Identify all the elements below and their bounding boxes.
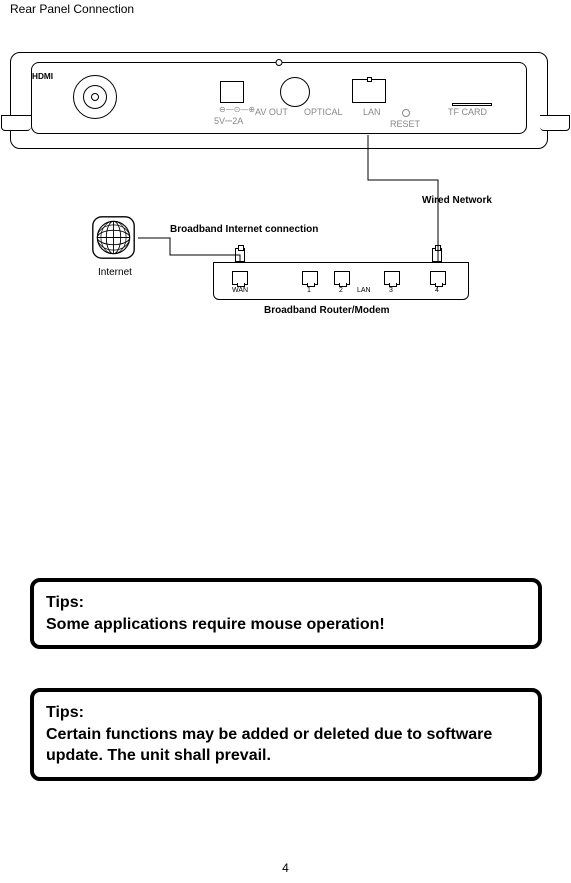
tfcard-slot: [452, 103, 492, 106]
tips-box-1: Tips: Some applications require mouse op…: [30, 578, 542, 649]
page-title: Rear Panel Connection: [10, 2, 134, 16]
tips-box-2: Tips: Certain functions may be added or …: [30, 688, 542, 781]
tips2-body: Certain functions may be added or delete…: [46, 724, 526, 767]
lan-label: LAN: [363, 107, 381, 117]
tips1-body: Some applications require mouse operatio…: [46, 614, 526, 636]
router-lan-label: LAN: [357, 287, 371, 294]
svg-text:HDMI: HDMI: [32, 72, 53, 81]
device-foot-right: [540, 115, 570, 131]
router-label: Broadband Router/Modem: [264, 305, 390, 316]
optical-label: OPTICAL: [304, 107, 343, 117]
device-inner: HDMI ⊖―⊙―⊕ 5V⎓2A AV OUT OPTICAL LAN RESE…: [31, 62, 527, 134]
rj45-plug-icon: [235, 248, 245, 262]
hdmi-icon: HDMI: [32, 63, 62, 89]
wired-network-label: Wired Network: [422, 195, 492, 206]
power-label: 5V⎓2A: [214, 116, 243, 127]
tips2-heading: Tips:: [46, 702, 526, 724]
router-wan-label: WAN: [232, 287, 248, 294]
avout-label: AV OUT: [255, 107, 288, 117]
device-rear-panel: HDMI ⊖―⊙―⊕ 5V⎓2A AV OUT OPTICAL LAN RESE…: [10, 52, 548, 149]
screw-dot: [276, 59, 283, 66]
internet-label: Internet: [98, 267, 132, 278]
power-polarity-symbol: ⊖―⊙―⊕: [219, 105, 255, 114]
device-foot-left: [1, 115, 31, 131]
router-p4-label: 4: [435, 287, 439, 294]
tfcard-label: TF CARD: [448, 107, 487, 117]
tips1-heading: Tips:: [46, 592, 526, 614]
router-lan3-port: [384, 271, 400, 285]
router-p1-label: 1: [307, 287, 311, 294]
router-modem: WAN 1 2 LAN 3 4: [213, 262, 469, 300]
reset-label: RESET: [390, 119, 420, 129]
router-lan4-port: [430, 271, 446, 285]
router-p3-label: 3: [389, 287, 393, 294]
globe-icon: [91, 215, 136, 260]
optical-port: [280, 77, 310, 107]
router-lan2-port: [334, 271, 350, 285]
router-lan1-port: [302, 271, 318, 285]
router-wan-port: [232, 271, 248, 285]
avout-port: [220, 81, 244, 103]
broadband-conn-label: Broadband Internet connection: [170, 224, 318, 235]
rj45-plug-icon: [432, 248, 442, 262]
power-jack: [73, 75, 117, 119]
lan-plug-icon: [366, 80, 373, 90]
router-p2-label: 2: [339, 287, 343, 294]
page-number: 4: [282, 861, 289, 875]
reset-hole: [402, 109, 410, 117]
